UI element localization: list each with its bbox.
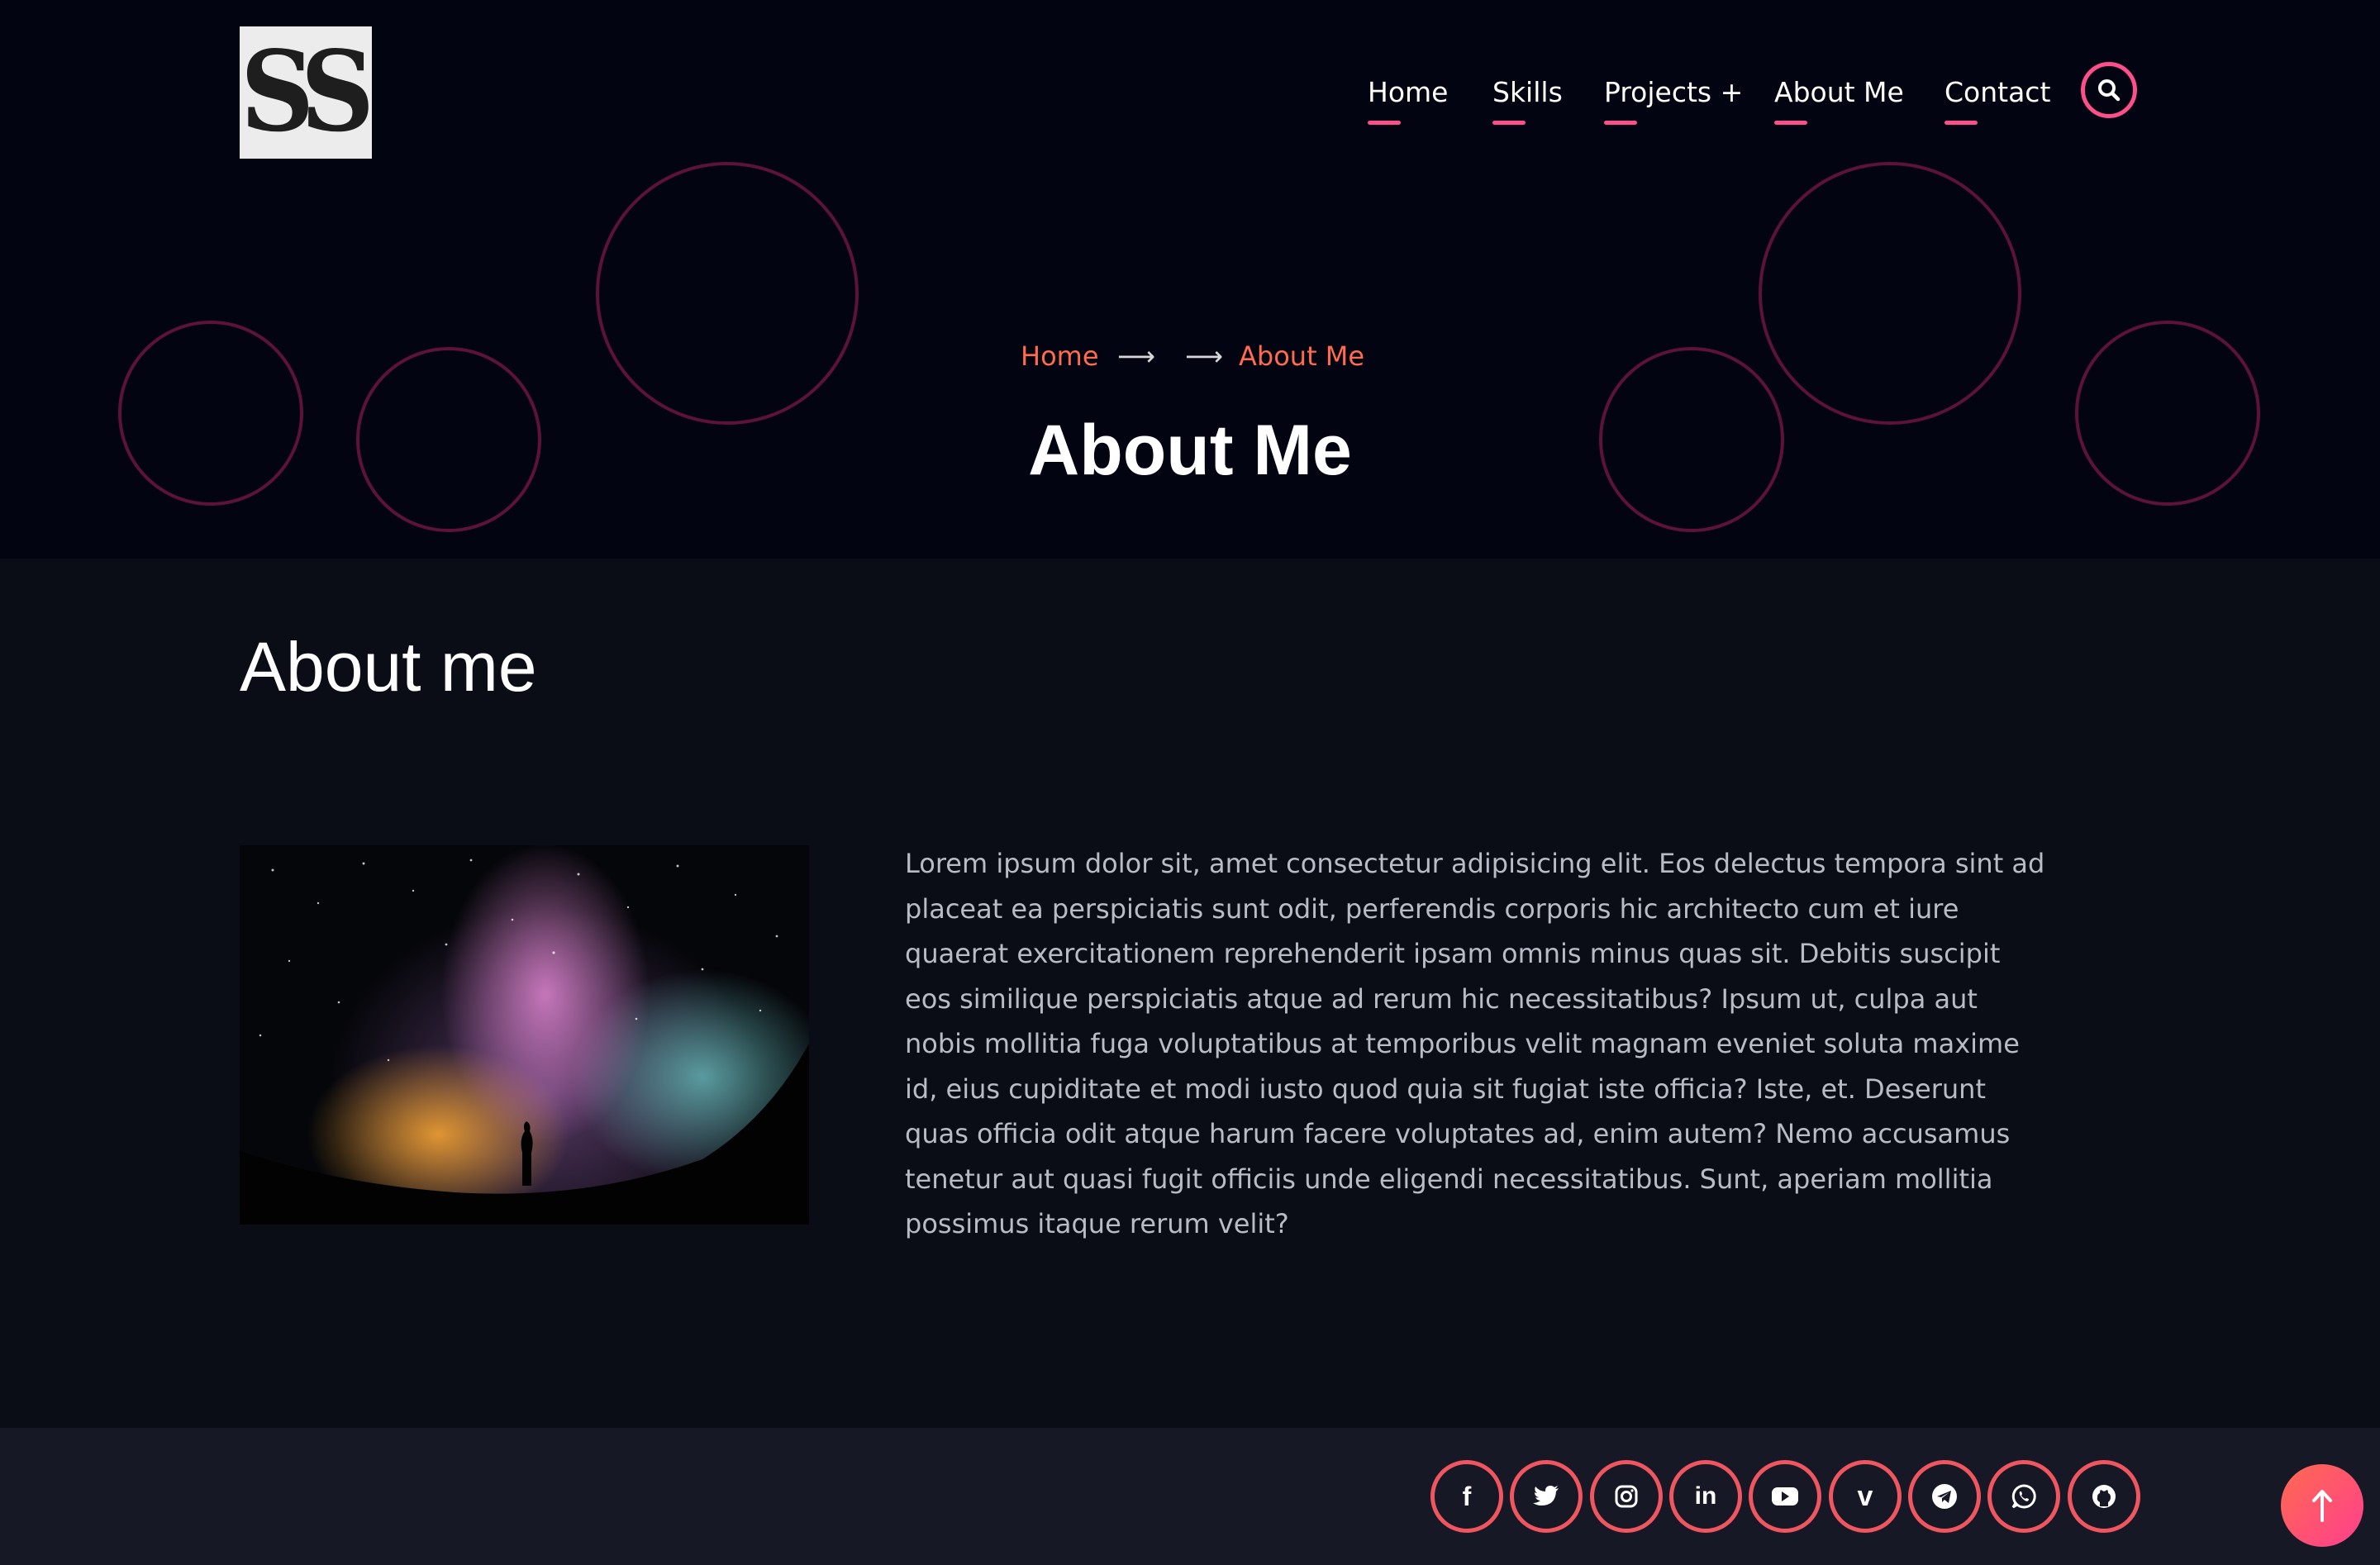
arrow-up-icon	[2312, 1490, 2332, 1522]
about-photo	[240, 845, 809, 1225]
whatsapp-icon	[2011, 1484, 2036, 1509]
back-to-top-button[interactable]	[2281, 1464, 2363, 1547]
nav-about-me[interactable]: About Me	[1774, 71, 1904, 125]
youtube-icon	[1772, 1487, 1798, 1506]
linkedin-icon: in	[1694, 1482, 1717, 1510]
nav-label: Contact	[1944, 76, 2051, 108]
linkedin-button[interactable]: in	[1669, 1460, 1742, 1533]
section-title: About me	[240, 628, 537, 706]
search-icon	[2098, 79, 2121, 102]
instagram-icon	[1615, 1485, 1638, 1508]
nav-underline	[1492, 121, 1526, 125]
photo-landscape	[240, 859, 809, 1225]
nav-label: Skills	[1492, 76, 1563, 108]
about-paragraph: Lorem ipsum dolor sit, amet consectetur …	[905, 848, 2045, 1239]
nav-label: About Me	[1774, 76, 1904, 108]
logo-text: SS	[240, 27, 374, 157]
twitter-icon	[1533, 1486, 1559, 1506]
facebook-icon: f	[1462, 1481, 1472, 1511]
nav-underline	[1774, 121, 1807, 125]
nav-underline	[1604, 121, 1637, 125]
nav-underline	[1944, 121, 1978, 125]
facebook-button[interactable]: f	[1430, 1460, 1503, 1533]
nav-label: Home	[1368, 76, 1449, 108]
nav-home[interactable]: Home	[1368, 71, 1449, 125]
youtube-button[interactable]	[1749, 1460, 1821, 1533]
breadcrumb-separator: ⟶	[1117, 340, 1155, 372]
search-button[interactable]	[2081, 62, 2137, 118]
hero-banner: SS Home Skills Projects + About Me Conta…	[0, 0, 2380, 559]
whatsapp-button[interactable]	[1987, 1460, 2060, 1533]
nav-label: Projects +	[1604, 76, 1744, 108]
nav-contact[interactable]: Contact	[1944, 71, 2051, 125]
decor-circle	[596, 162, 859, 425]
vimeo-button[interactable]: v	[1829, 1460, 1902, 1533]
decor-circle	[1759, 162, 2021, 425]
twitter-button[interactable]	[1510, 1460, 1583, 1533]
nav-skills[interactable]: Skills	[1492, 71, 1563, 125]
nav-underline	[1368, 121, 1401, 125]
breadcrumb: Home ⟶ ⟶ About Me	[0, 335, 2380, 377]
breadcrumb-home[interactable]: Home	[1021, 335, 1099, 377]
telegram-button[interactable]	[1908, 1460, 1981, 1533]
breadcrumb-current: About Me	[1239, 340, 1365, 372]
nav-projects[interactable]: Projects +	[1604, 71, 1744, 125]
page-title: About Me	[1028, 411, 1352, 490]
vimeo-icon: v	[1857, 1480, 1873, 1512]
breadcrumb-separator: ⟶	[1185, 340, 1223, 372]
telegram-icon	[1932, 1484, 1957, 1509]
site-logo[interactable]: SS	[240, 26, 374, 159]
instagram-button[interactable]	[1590, 1460, 1663, 1533]
github-button[interactable]	[2068, 1460, 2140, 1533]
github-icon	[2092, 1485, 2116, 1508]
